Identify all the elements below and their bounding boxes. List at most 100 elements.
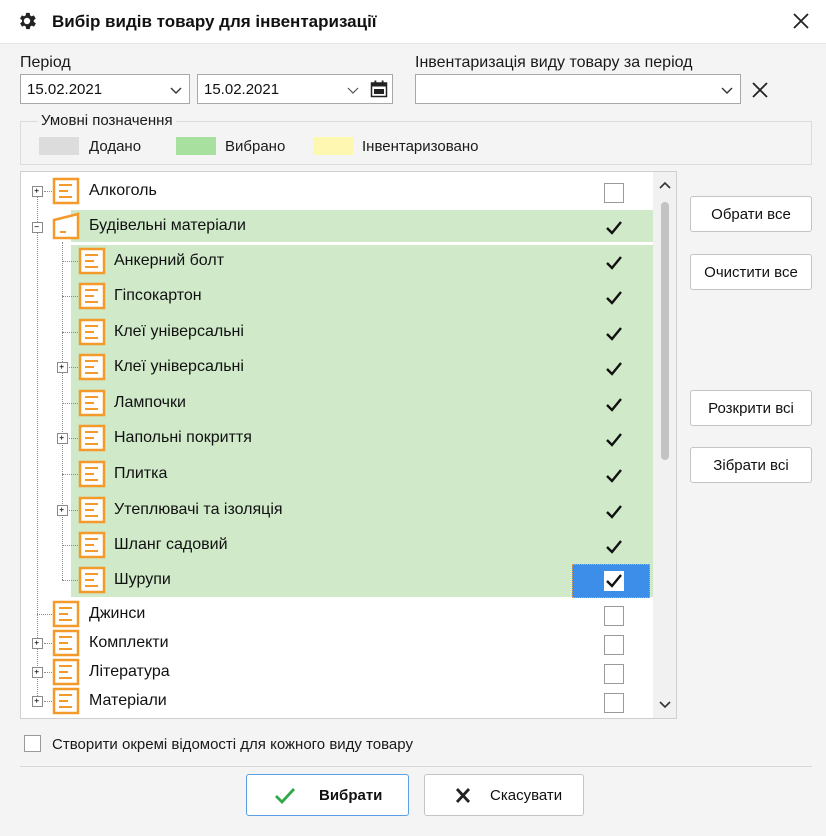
checkmark-icon[interactable] (604, 218, 624, 238)
tree-item-label: Будівельні матеріали (89, 217, 246, 234)
folder-icon (78, 531, 106, 559)
tree-item-building-materials[interactable]: Будівельні матеріали (21, 210, 654, 242)
expand-all-button[interactable]: Розкрити всі (690, 390, 812, 426)
select-all-button[interactable]: Обрати все (690, 196, 812, 232)
tree-item-insulation[interactable]: Утеплювачі та ізоляція (21, 494, 654, 526)
product-type-tree[interactable]: Алкоголь Будівельні матеріали Анкерний б… (20, 171, 677, 719)
chevron-down-icon (347, 87, 359, 94)
checkmark-icon[interactable] (604, 537, 624, 557)
item-checkbox[interactable] (604, 606, 624, 626)
tree-line (69, 510, 78, 511)
checkmark-icon[interactable] (604, 253, 624, 273)
select-button[interactable]: Вибрати (246, 774, 409, 816)
tree-line (62, 296, 78, 297)
tree-line (69, 438, 78, 439)
tree-item-anchor-bolt[interactable]: Анкерний болт (21, 245, 654, 277)
item-checkbox[interactable] (604, 664, 624, 684)
expand-icon[interactable] (32, 696, 43, 707)
legend-label-added: Додано (89, 138, 142, 155)
tree-item-label: Клеї універсальні (114, 323, 244, 340)
folder-icon (78, 460, 106, 488)
tree-item-garden-hose[interactable]: Шланг садовий (21, 529, 654, 561)
folder-icon (52, 600, 80, 628)
scrollbar-thumb[interactable] (661, 202, 669, 460)
checkmark-icon[interactable] (604, 466, 624, 486)
date-from-select[interactable]: 15.02.2021 (20, 74, 190, 104)
expand-icon[interactable] (57, 505, 68, 516)
folder-icon (78, 318, 106, 346)
collapse-all-button[interactable]: Зібрати всі (690, 447, 812, 483)
tree-scrollbar[interactable] (653, 172, 676, 718)
checkmark-icon[interactable] (604, 324, 624, 344)
cancel-button[interactable]: Скасувати (424, 774, 584, 816)
folder-icon (78, 282, 106, 310)
calendar-icon[interactable] (370, 80, 388, 98)
tree-item-literature[interactable]: Література (21, 658, 654, 690)
folder-icon (78, 424, 106, 452)
chevron-down-icon (170, 87, 182, 94)
inventory-select[interactable] (415, 74, 741, 104)
item-checkbox[interactable] (604, 183, 624, 203)
footer-divider (20, 766, 812, 767)
tree-item-screws[interactable]: Шурупи (21, 564, 654, 598)
tree-item-bulbs[interactable]: Лампочки (21, 387, 654, 419)
date-from-value: 15.02.2021 (27, 81, 103, 98)
tree-line (62, 545, 78, 546)
tree-item-label: Гіпсокартон (114, 287, 202, 304)
dialog-title: Вибір видів товару для інвентаризації (52, 12, 377, 31)
expand-icon[interactable] (57, 362, 68, 373)
chevron-down-icon (721, 87, 733, 94)
folder-icon (78, 389, 106, 417)
folder-icon (78, 247, 106, 275)
tree-item-label: Анкерний болт (114, 252, 225, 269)
tree-item-jeans[interactable]: Джинси (21, 600, 654, 632)
tree-item-kits[interactable]: Комплекти (21, 629, 654, 661)
tree-line (44, 191, 52, 192)
expand-icon[interactable] (32, 638, 43, 649)
expand-icon[interactable] (57, 433, 68, 444)
cross-icon (455, 788, 471, 803)
tree-line (37, 614, 52, 615)
checkmark-icon[interactable] (604, 359, 624, 379)
checkmark-icon[interactable] (604, 502, 624, 522)
clear-all-button[interactable]: Очистити все (690, 254, 812, 290)
tree-item-label: Шланг садовий (114, 536, 228, 553)
tree-line (62, 474, 78, 475)
date-to-select[interactable]: 15.02.2021 (197, 74, 393, 104)
tree-line (62, 332, 78, 333)
tree-item-drywall[interactable]: Гіпсокартон (21, 280, 654, 312)
legend-swatch-added (39, 137, 79, 155)
checkmark-icon[interactable] (604, 288, 624, 308)
checkmark-icon[interactable] (604, 395, 624, 415)
tree-item-flooring[interactable]: Напольні покриття (21, 422, 654, 454)
folder-icon (78, 496, 106, 524)
tree-item-glue-2[interactable]: Клеї універсальні (21, 351, 654, 383)
folder-icon (52, 687, 80, 715)
item-checkbox[interactable] (604, 635, 624, 655)
clear-icon[interactable] (748, 78, 772, 102)
cancel-button-label: Скасувати (490, 787, 563, 804)
close-icon[interactable] (788, 8, 814, 34)
chevron-up-icon[interactable] (658, 180, 672, 190)
tree-item-label: Матеріали (89, 692, 167, 709)
legend-label-selected: Вибрано (225, 138, 286, 155)
expand-icon[interactable] (32, 667, 43, 678)
item-checkbox[interactable] (604, 693, 624, 713)
legend-title: Умовні позначення (38, 112, 176, 129)
tree-item-alcohol[interactable]: Алкоголь (21, 175, 654, 207)
tree-line (69, 367, 78, 368)
tree-item-label: Шурупи (114, 571, 171, 588)
checkmark-icon[interactable] (604, 430, 624, 450)
title-bar: Вибір видів товару для інвентаризації (0, 0, 826, 44)
expand-icon[interactable] (32, 186, 43, 197)
separate-docs-checkbox[interactable] (24, 735, 41, 752)
tree-line (44, 672, 52, 673)
checkmark-icon[interactable] (604, 571, 624, 591)
folder-icon (52, 177, 80, 205)
tree-item-glue-1[interactable]: Клеї універсальні (21, 316, 654, 348)
tree-item-tiles[interactable]: Плитка (21, 458, 654, 490)
chevron-down-icon[interactable] (658, 700, 672, 710)
collapse-icon[interactable] (32, 222, 43, 233)
inventory-label: Інвентаризація виду товару за період (415, 54, 693, 71)
tree-item-materials[interactable]: Матеріали (21, 687, 654, 718)
